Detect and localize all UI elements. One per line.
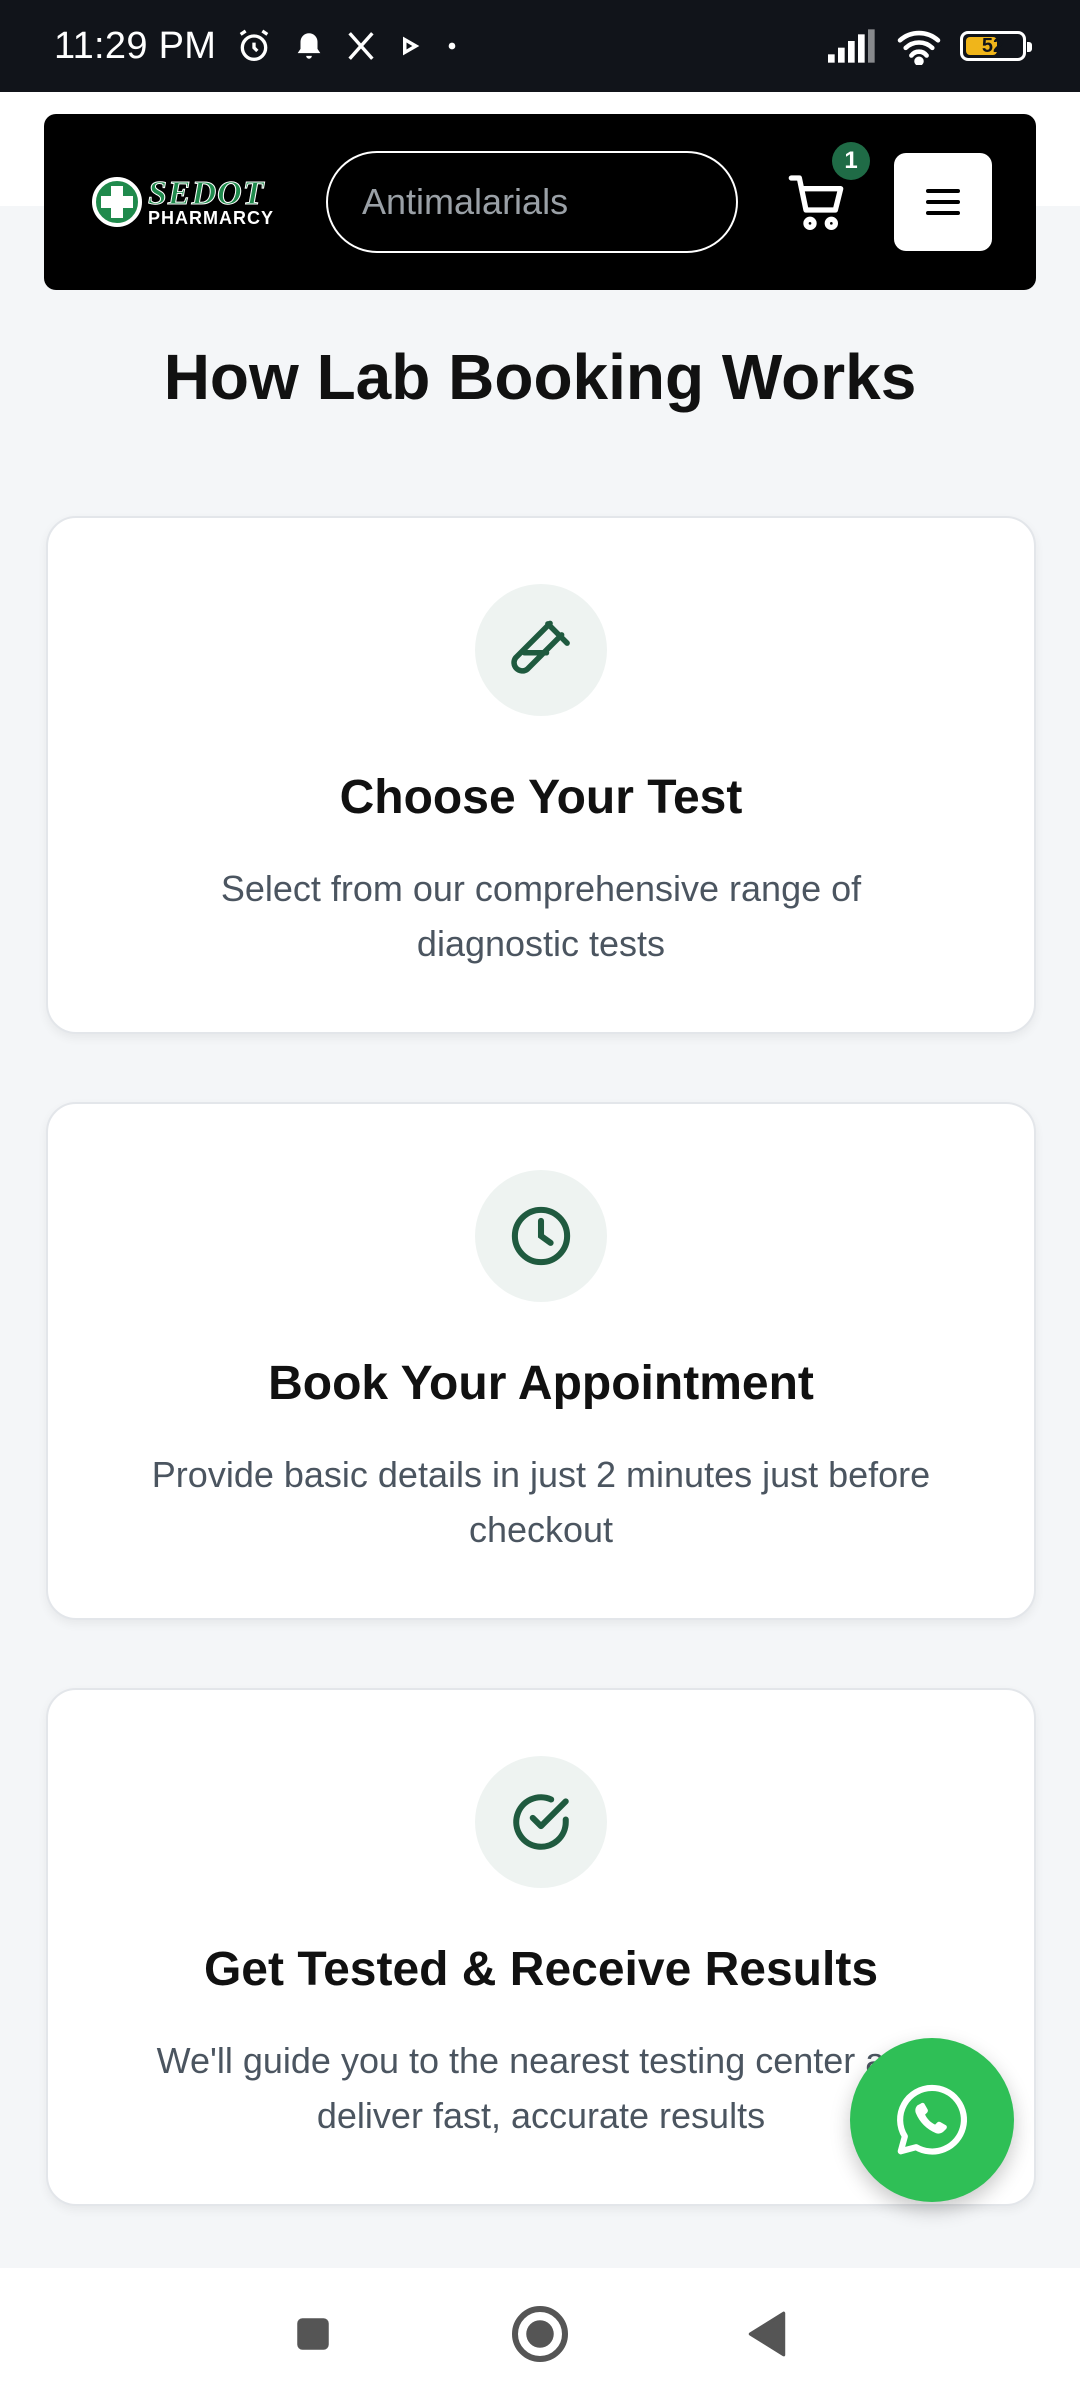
hamburger-icon	[926, 189, 960, 193]
system-nav-bar	[0, 2268, 1080, 2400]
whatsapp-button[interactable]	[850, 2038, 1014, 2202]
dot-icon	[442, 36, 462, 56]
wifi-icon	[896, 27, 942, 65]
back-triangle-icon	[748, 2311, 785, 2357]
step-card-book-appointment: Book Your Appointment Provide basic deta…	[46, 1102, 1036, 1620]
step-title: Choose Your Test	[339, 771, 743, 824]
step-description: We'll guide you to the nearest testing c…	[156, 2040, 926, 2136]
clock-icon	[475, 1170, 607, 1302]
cart-icon	[788, 175, 844, 230]
home-circle-icon	[511, 2306, 568, 2362]
x-logo-icon	[344, 29, 378, 63]
logo-sub: PHARMARCY	[148, 208, 274, 228]
bell-icon	[292, 29, 326, 63]
status-bar: 11:29 PM 52	[0, 0, 1080, 92]
logo[interactable]: SEDOT PHARMARCY	[92, 175, 292, 228]
logo-brand: SEDOT	[148, 175, 265, 212]
battery-icon: 52	[960, 31, 1032, 61]
test-tube-icon	[475, 584, 607, 716]
step-title: Get Tested & Receive Results	[203, 1943, 879, 1996]
cart-count-badge: 1	[832, 142, 870, 180]
logo-cross-icon	[92, 177, 142, 227]
step-title: Book Your Appointment	[268, 1357, 814, 1410]
back-button[interactable]	[727, 2294, 807, 2374]
recents-square-icon	[297, 2318, 330, 2350]
section-title: How Lab Booking Works	[163, 341, 917, 413]
site-header: SEDOT PHARMARCY 1	[44, 114, 1036, 290]
screen: 11:29 PM 52 SEDOT PHARMARCY Antimalarial…	[0, 0, 1080, 2400]
recents-button[interactable]	[273, 2294, 353, 2374]
whatsapp-icon	[897, 2084, 967, 2155]
status-time: 11:29 PM	[54, 24, 217, 67]
logo-text: SEDOT PHARMARCY	[148, 175, 274, 228]
step-description: Provide basic details in just 2 minutes …	[151, 1454, 931, 1550]
alarm-icon	[234, 26, 274, 66]
step-description: Select from our comprehensive range of d…	[220, 868, 862, 964]
search-input[interactable]	[326, 151, 738, 253]
menu-button[interactable]	[894, 153, 992, 251]
home-button[interactable]	[500, 2294, 580, 2374]
cart-button[interactable]: 1	[782, 142, 870, 238]
status-right: 52	[828, 27, 1032, 65]
step-card-choose-test: Choose Your Test Select from our compreh…	[46, 516, 1036, 1034]
signal-icon	[828, 29, 878, 63]
status-left: 11:29 PM	[54, 25, 462, 68]
battery-level: 52	[981, 34, 1005, 57]
check-circle-icon	[475, 1756, 607, 1888]
play-icon	[396, 32, 424, 60]
